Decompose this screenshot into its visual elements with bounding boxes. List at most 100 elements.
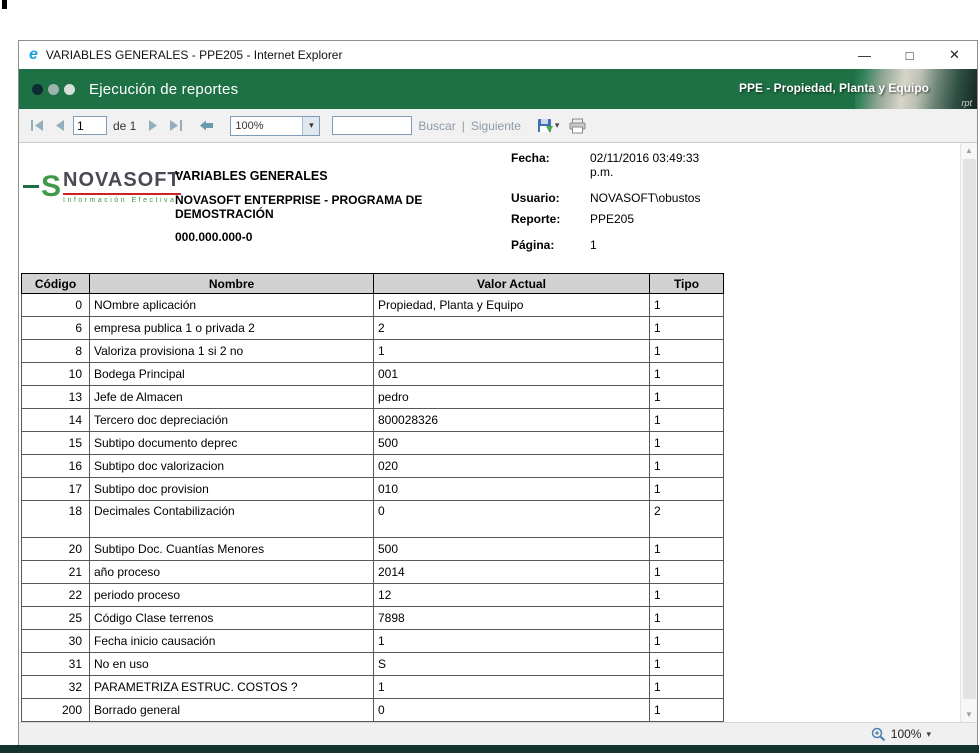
meta-label-pagina: Página:: [511, 238, 555, 252]
cell-nombre: año proceso: [89, 560, 374, 584]
table-row: 17 Subtipo doc provision 010 1: [21, 477, 724, 501]
cell-valor: pedro: [373, 385, 650, 409]
cell-tipo: 1: [649, 629, 724, 653]
printer-icon: [569, 118, 586, 133]
vertical-scrollbar[interactable]: ▲ ▼: [960, 143, 977, 722]
screen-artifact: [2, 0, 7, 9]
banner-module-label: PPE - Propiedad, Planta y Equipo: [738, 81, 929, 95]
last-page-icon: [170, 120, 183, 131]
zoom-select[interactable]: 100% ▾: [230, 115, 321, 136]
cell-codigo: 8: [21, 339, 90, 363]
cell-valor: 1: [373, 675, 650, 699]
cell-valor: 2014: [373, 560, 650, 584]
table-row: 25 Código Clase terrenos 7898 1: [21, 606, 724, 630]
scroll-down-icon[interactable]: ▼: [961, 707, 977, 722]
cell-tipo: 1: [649, 606, 724, 630]
report-toolbar: de 1 100% ▾ Buscar | Siguiente ▾: [19, 109, 977, 143]
banner-watermark: rpt: [961, 98, 972, 108]
search-input[interactable]: [332, 116, 413, 135]
cell-nombre: Subtipo documento deprec: [89, 431, 374, 455]
cell-tipo: 1: [649, 652, 724, 676]
meta-row-reporte: Reporte: PPE205: [511, 212, 746, 226]
desktop-bottom-strip: [0, 745, 979, 753]
scrollbar-thumb[interactable]: [963, 159, 976, 699]
variables-table: Código Nombre Valor Actual Tipo 0 NOmbre…: [21, 273, 724, 722]
export-button[interactable]: ▾: [535, 116, 562, 136]
cell-nombre: Bodega Principal: [89, 362, 374, 386]
magnifier-zoom-icon: [871, 727, 885, 741]
cell-codigo: 17: [21, 477, 90, 501]
novasoft-logo: S NOVASOFT Información Efectiva: [23, 169, 181, 204]
report-content-area: S NOVASOFT Información Efectiva VARIABLE…: [19, 143, 977, 722]
first-page-button[interactable]: [29, 118, 46, 133]
report-subtitle: NOVASOFT ENTERPRISE - PROGRAMA DE DEMOST…: [175, 193, 423, 221]
table-row: 10 Bodega Principal 001 1: [21, 362, 724, 386]
find-link[interactable]: Buscar: [418, 119, 455, 133]
table-row: 0 NOmbre aplicación Propiedad, Planta y …: [21, 293, 724, 317]
cell-tipo: 1: [649, 698, 724, 722]
maximize-button[interactable]: □: [887, 41, 932, 69]
page-number-input[interactable]: [73, 116, 107, 135]
meta-row-usuario: Usuario: NOVASOFT\obustos: [511, 191, 746, 205]
cell-tipo: 1: [649, 339, 724, 363]
cell-tipo: 1: [649, 362, 724, 386]
report-company-id: 000.000.000-0: [175, 230, 253, 244]
cell-nombre: Decimales Contabilización: [89, 500, 374, 538]
export-dropdown-caret-icon: ▾: [554, 120, 560, 130]
novasoft-logo-mark: S: [41, 169, 62, 203]
back-to-parent-button[interactable]: [198, 118, 216, 133]
window-title: VARIABLES GENERALES - PPE205 - Internet …: [45, 48, 343, 62]
status-zoom-value: 100%: [890, 727, 922, 741]
cell-nombre: Subtipo doc valorizacion: [89, 454, 374, 478]
scroll-up-icon[interactable]: ▲: [961, 143, 977, 158]
cell-nombre: NOmbre aplicación: [89, 293, 374, 317]
cell-valor: 800028326: [373, 408, 650, 432]
table-row: 32 PARAMETRIZA ESTRUC. COSTOS ? 1 1: [21, 675, 724, 699]
table-row: 14 Tercero doc depreciación 800028326 1: [21, 408, 724, 432]
cell-tipo: 1: [649, 560, 724, 584]
last-page-button[interactable]: [167, 118, 184, 133]
cell-valor: 12: [373, 583, 650, 607]
table-row: 13 Jefe de Almacen pedro 1: [21, 385, 724, 409]
table-row: 20 Subtipo Doc. Cuantías Menores 500 1: [21, 537, 724, 561]
status-zoom-caret-icon: ▾: [926, 728, 931, 739]
status-zoom-control[interactable]: 100% ▾: [871, 727, 931, 742]
table-row: 8 Valoriza provisiona 1 si 2 no 1 1: [21, 339, 724, 363]
close-button[interactable]: ✕: [932, 41, 977, 69]
report-banner: Ejecución de reportes PPE - Propiedad, P…: [19, 69, 977, 109]
status-bar: 100% ▾: [19, 722, 977, 745]
report-title: VARIABLES GENERALES: [175, 169, 328, 183]
minimize-button[interactable]: —: [842, 41, 887, 69]
cell-valor: 020: [373, 454, 650, 478]
cell-codigo: 25: [21, 606, 90, 630]
report-meta: Fecha: 02/11/2016 03:49:33 p.m. Usuario:…: [511, 151, 746, 259]
meta-row-pagina: Página: 1: [511, 238, 746, 252]
print-button[interactable]: [567, 116, 588, 136]
cell-codigo: 0: [21, 293, 90, 317]
logo-dash: [23, 185, 39, 188]
cell-valor: S: [373, 652, 650, 676]
meta-label-reporte: Reporte:: [511, 212, 561, 226]
cell-nombre: Valoriza provisiona 1 si 2 no: [89, 339, 374, 363]
cell-tipo: 2: [649, 500, 724, 538]
cell-tipo: 1: [649, 454, 724, 478]
first-page-icon: [31, 120, 43, 131]
next-page-button[interactable]: [146, 118, 161, 133]
cell-nombre: Código Clase terrenos: [89, 606, 374, 630]
table-row: 200 Borrado general 0 1: [21, 698, 724, 722]
table-row: 31 No en uso S 1: [21, 652, 724, 676]
previous-page-button[interactable]: [52, 118, 67, 133]
cell-codigo: 31: [21, 652, 90, 676]
previous-page-icon: [56, 120, 64, 131]
zoom-select-value: 100%: [235, 119, 264, 132]
meta-row-fecha: Fecha: 02/11/2016 03:49:33 p.m.: [511, 151, 746, 179]
report-titles: VARIABLES GENERALES NOVASOFT ENTERPRISE …: [175, 169, 430, 244]
cell-nombre: periodo proceso: [89, 583, 374, 607]
find-next-link[interactable]: Siguiente: [471, 119, 521, 133]
decorative-dot-1: [32, 83, 43, 95]
table-row: 22 periodo proceso 12 1: [21, 583, 724, 607]
cell-codigo: 18: [21, 500, 90, 538]
cell-nombre: PARAMETRIZA ESTRUC. COSTOS ?: [89, 675, 374, 699]
decorative-dot-3: [64, 83, 75, 95]
cell-tipo: 1: [649, 431, 724, 455]
